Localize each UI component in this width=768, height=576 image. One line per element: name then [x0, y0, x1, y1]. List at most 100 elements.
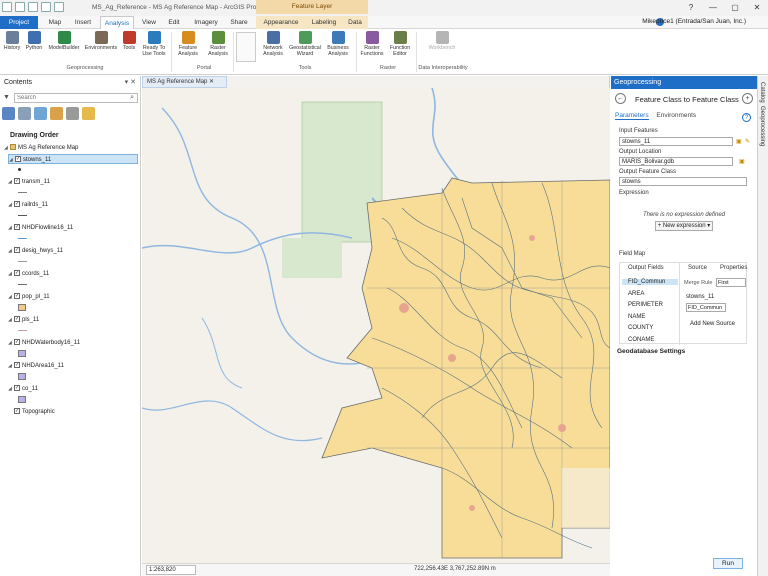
python-button[interactable]: Python — [22, 31, 46, 51]
output-field-row[interactable]: PERIMETER — [628, 302, 663, 308]
tab-project[interactable]: Project — [0, 16, 38, 29]
list-by-source-icon[interactable] — [18, 107, 31, 120]
layer-symbol-icon[interactable] — [18, 238, 27, 239]
filter-icon[interactable]: ▼ — [3, 94, 10, 101]
layer-row[interactable]: ◢ ✓ NHDFlowline16_11 — [8, 223, 138, 233]
tab-share[interactable]: Share — [226, 16, 252, 29]
search-icon[interactable]: ⌕ — [130, 94, 134, 102]
undo-icon[interactable] — [41, 2, 51, 12]
modelbuilder-button[interactable]: ModelBuilder — [46, 31, 82, 51]
visibility-checkbox[interactable]: ✓ — [14, 316, 20, 323]
tab-view[interactable]: View — [138, 16, 160, 29]
close-icon[interactable]: ✕ — [750, 3, 764, 12]
help-icon[interactable]: ? — [742, 113, 751, 122]
maximize-icon[interactable]: ▢ — [728, 3, 742, 12]
visibility-checkbox[interactable]: ✓ — [14, 247, 20, 254]
input-features-field[interactable]: stowns_11 — [619, 137, 733, 146]
feature-analysis-button[interactable]: Feature Analysis — [173, 31, 203, 57]
save-icon[interactable] — [28, 2, 38, 12]
visibility-checkbox[interactable]: ✓ — [14, 293, 20, 300]
list-by-drawing-order-icon[interactable] — [2, 107, 15, 120]
back-icon[interactable]: ← — [615, 93, 626, 104]
edit-pencil-icon[interactable]: ✎ — [745, 138, 750, 145]
ready-to-use-tools-button[interactable]: Ready To Use Tools — [139, 31, 169, 57]
visibility-checkbox[interactable]: ✓ — [14, 224, 20, 231]
redo-icon[interactable] — [54, 2, 64, 12]
visibility-checkbox[interactable]: ✓ — [14, 270, 20, 277]
layer-symbol-icon[interactable] — [18, 350, 26, 357]
map-canvas[interactable] — [142, 88, 610, 563]
output-field-row[interactable]: COUNTY — [628, 325, 653, 331]
layer-symbol-icon[interactable] — [18, 168, 21, 171]
visibility-checkbox[interactable]: ✓ — [14, 178, 20, 185]
network-analysis-button[interactable]: Network Analysis — [258, 31, 288, 57]
tab-insert[interactable]: Insert — [70, 16, 96, 29]
tab-appearance[interactable]: Appearance — [256, 16, 306, 29]
output-field-row[interactable]: NAME — [628, 314, 645, 320]
raster-analysis-button[interactable]: Raster Analysis — [203, 31, 233, 57]
properties-header[interactable]: Properties — [720, 265, 747, 271]
environments-button[interactable]: Environments — [83, 31, 119, 51]
minimize-icon[interactable]: — — [706, 3, 720, 12]
map-node[interactable]: ◢ MS Ag Reference Map — [4, 143, 138, 153]
layer-row[interactable]: ◢ ✓ NHDWaterbody16_11 — [8, 338, 138, 348]
list-by-editing-icon[interactable] — [50, 107, 63, 120]
tab-imagery[interactable]: Imagery — [189, 16, 223, 29]
browse-folder-icon[interactable]: ▣ — [736, 138, 742, 145]
visibility-checkbox[interactable]: ✓ — [14, 408, 20, 415]
layer-symbol-icon[interactable] — [18, 192, 27, 193]
tools-button[interactable]: Tools — [119, 31, 139, 51]
tab-labeling[interactable]: Labeling — [306, 16, 342, 29]
add-icon[interactable]: + — [742, 93, 753, 104]
tab-edit[interactable]: Edit — [163, 16, 185, 29]
tab-data[interactable]: Data — [342, 16, 368, 29]
layer-symbol-icon[interactable] — [18, 304, 26, 311]
layer-symbol-icon[interactable] — [18, 215, 27, 216]
tab-parameters[interactable]: Parameters — [615, 112, 649, 120]
layer-row[interactable]: ✓ Topographic — [8, 407, 138, 417]
source-header[interactable]: Source — [688, 265, 707, 271]
tools-gallery[interactable] — [236, 32, 256, 62]
layer-symbol-icon[interactable] — [18, 330, 27, 331]
layer-row[interactable]: ◢ ✓ stowns_11 — [8, 154, 138, 164]
add-new-source-button[interactable]: Add New Source — [690, 321, 735, 327]
source-field-select[interactable]: FID_Commun — [686, 303, 726, 312]
output-field-row[interactable]: AREA — [628, 291, 644, 297]
tab-environments[interactable]: Environments — [656, 112, 696, 119]
list-by-snapping-icon[interactable] — [66, 107, 79, 120]
layer-row[interactable]: ◢ ✓ ccords_11 — [8, 269, 138, 279]
map-view-tab[interactable]: MS Ag Reference Map ✕ — [142, 76, 227, 88]
layer-row[interactable]: ◢ ✓ transm_11 — [8, 177, 138, 187]
help-icon[interactable]: ? — [684, 3, 698, 12]
tab-analysis[interactable]: Analysis — [100, 16, 134, 29]
visibility-checkbox[interactable]: ✓ — [15, 156, 21, 163]
list-by-selection-icon[interactable] — [34, 107, 47, 120]
contents-search-input[interactable] — [14, 93, 138, 103]
function-editor-button[interactable]: Function Editor — [386, 31, 414, 57]
geostatistical-wizard-button[interactable]: Geostatistical Wizard — [288, 31, 322, 57]
output-feature-class-field[interactable]: stowns — [619, 177, 747, 186]
layer-row[interactable]: ◢ ✓ pls_11 — [8, 315, 138, 325]
tab-map[interactable]: Map — [42, 16, 68, 29]
history-button[interactable]: History — [2, 31, 22, 51]
open-project-icon[interactable] — [15, 2, 25, 12]
visibility-checkbox[interactable]: ✓ — [14, 362, 20, 369]
layer-symbol-icon[interactable] — [18, 284, 27, 285]
layer-symbol-icon[interactable] — [18, 261, 27, 262]
layer-symbol-icon[interactable] — [18, 396, 26, 403]
geodatabase-settings-section[interactable]: Geodatabase Settings — [617, 348, 685, 355]
new-expression-button[interactable]: + New expression ▾ — [655, 221, 713, 231]
geoprocessing-side-tab[interactable]: Geoprocessing — [759, 106, 765, 146]
workbench-button[interactable]: Workbench — [420, 31, 464, 51]
output-field-row[interactable]: FID_Commun — [622, 279, 678, 285]
business-analysis-button[interactable]: Business Analysis — [322, 31, 354, 57]
run-button[interactable]: Run — [713, 558, 743, 569]
visibility-checkbox[interactable]: ✓ — [14, 201, 20, 208]
browse-folder-icon[interactable]: ▣ — [739, 158, 745, 165]
pane-options-icon[interactable]: ▾ ✕ — [125, 78, 136, 86]
catalog-side-tab[interactable]: Catalog — [759, 82, 765, 103]
scale-selector[interactable]: 1:263,820 — [146, 565, 196, 575]
output-field-row[interactable]: CONAME — [628, 337, 654, 343]
list-by-labeling-icon[interactable] — [82, 107, 95, 120]
output-location-field[interactable]: MARIS_Bolivar.gdb — [619, 157, 733, 166]
